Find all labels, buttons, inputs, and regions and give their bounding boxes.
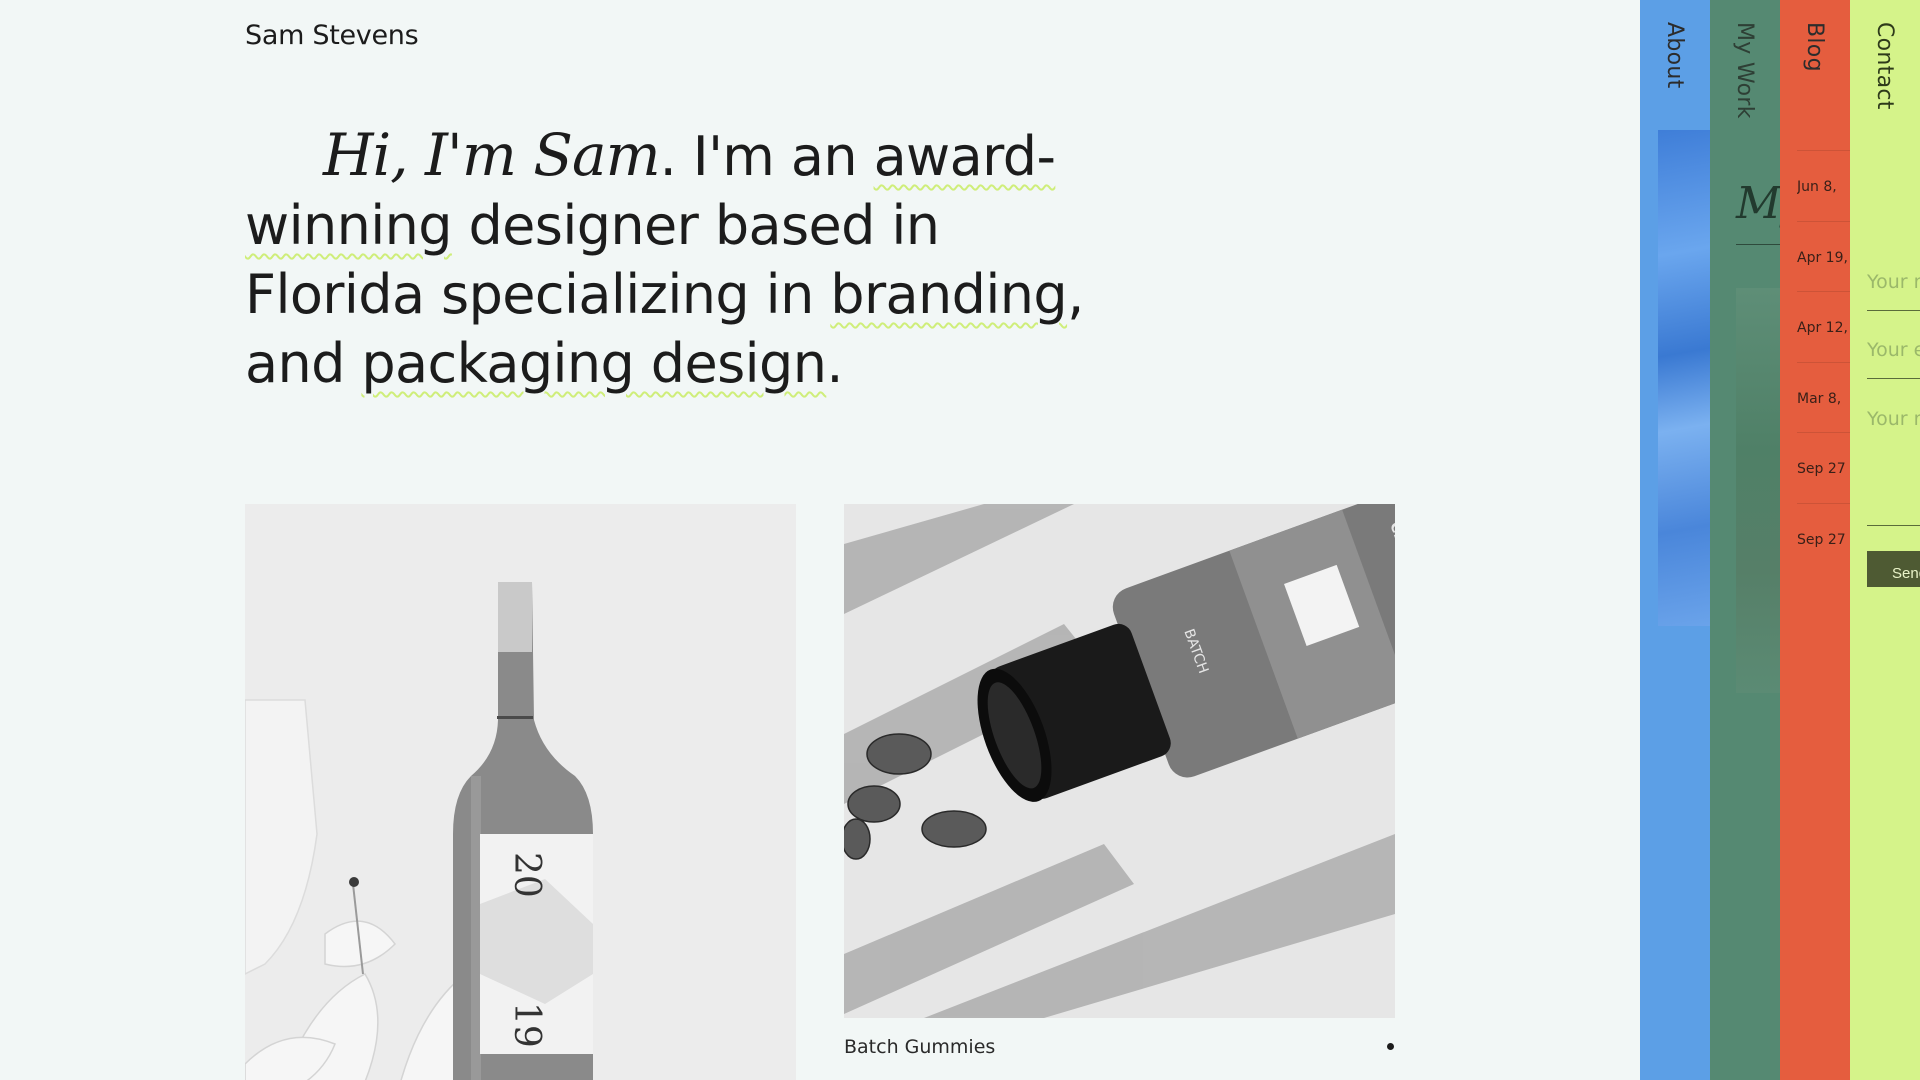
intro-text-a: . I'm an bbox=[659, 125, 874, 188]
panel-my-work[interactable]: My Work My bbox=[1710, 0, 1780, 1080]
bottle-label-top: 20 bbox=[506, 852, 547, 898]
project-card-batch[interactable]: BATCH CBD SOFTGELS bbox=[844, 504, 1395, 1080]
blog-post-date[interactable]: Apr 19, bbox=[1797, 220, 1850, 292]
work-thumbnail[interactable] bbox=[1736, 288, 1780, 693]
work-divider bbox=[1736, 244, 1780, 245]
contact-email-field[interactable]: Your email bbox=[1867, 339, 1920, 379]
batch-gummies-image: BATCH CBD SOFTGELS bbox=[844, 504, 1395, 1018]
bottle-label-bottom: 19 bbox=[506, 1002, 547, 1048]
panel-about[interactable]: About bbox=[1640, 0, 1710, 1080]
tab-my-work[interactable]: My Work bbox=[1732, 22, 1757, 119]
tab-blog[interactable]: Blog bbox=[1802, 22, 1827, 72]
tab-contact[interactable]: Contact bbox=[1872, 22, 1897, 110]
intro-highlight-branding: branding bbox=[830, 263, 1068, 326]
panel-blog[interactable]: Blog Jun 8, Apr 19, Apr 12, Mar 8, Sep 2… bbox=[1780, 0, 1850, 1080]
intro-statement: Hi, I'm Sam. I'm an award-winning design… bbox=[245, 121, 1125, 398]
tab-about[interactable]: About bbox=[1662, 22, 1687, 89]
caption-dot-icon bbox=[1387, 1043, 1394, 1050]
blog-post-date[interactable]: Sep 27 bbox=[1797, 502, 1850, 574]
blog-post-date[interactable]: Jun 8, bbox=[1797, 150, 1850, 221]
contact-name-field[interactable]: Your name bbox=[1867, 271, 1920, 311]
blog-post-date[interactable]: Apr 12, bbox=[1797, 291, 1850, 362]
work-title: My bbox=[1736, 178, 1780, 229]
blog-post-list: Jun 8, Apr 19, Apr 12, Mar 8, Sep 27 Sep… bbox=[1797, 150, 1850, 573]
site-name[interactable]: Sam Stevens bbox=[245, 20, 419, 51]
send-button[interactable]: Send bbox=[1867, 551, 1920, 587]
wine-bottle-image: 20 19 bbox=[245, 504, 796, 1080]
intro-greeting: Hi, I'm Sam bbox=[323, 121, 661, 189]
panel-contact[interactable]: Contact Your name Your email Your messag… bbox=[1850, 0, 1920, 1080]
project-card-wine[interactable]: 20 19 bbox=[245, 504, 796, 1080]
contact-message-field[interactable]: Your message bbox=[1867, 408, 1920, 526]
intro-text-d: . bbox=[826, 332, 843, 395]
project-caption-batch[interactable]: Batch Gummies bbox=[844, 1036, 995, 1058]
about-photo bbox=[1658, 130, 1710, 626]
blog-post-date[interactable]: Mar 8, bbox=[1797, 361, 1850, 433]
blog-post-date[interactable]: Sep 27 bbox=[1797, 432, 1850, 503]
intro-highlight-packaging: packaging design bbox=[361, 332, 827, 395]
